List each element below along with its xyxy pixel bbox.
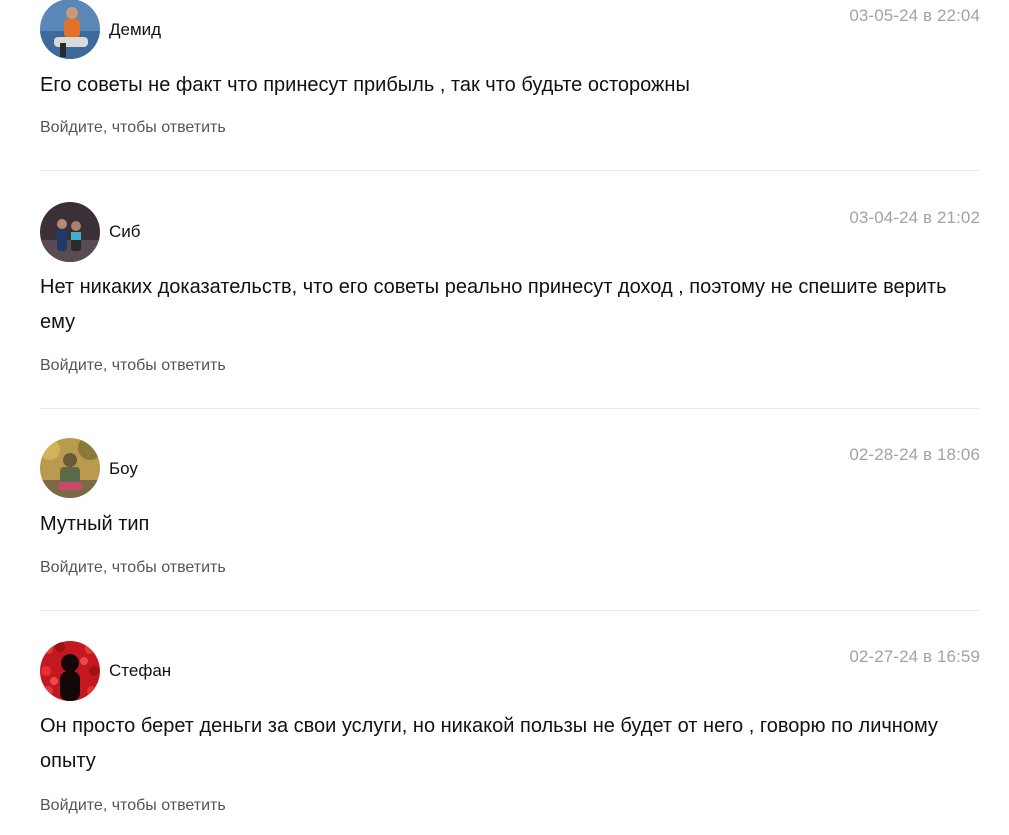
user-avatar [40,438,100,498]
comment-date: 02-28-24 в 18:06 [849,445,980,464]
comment-item: Боу 02-28-24 в 18:06 Мутный тип Войдите,… [40,409,980,611]
comment-item: Сиб 03-04-24 в 21:02 Нет никаких доказат… [40,171,980,409]
reply-link[interactable]: Войдите, чтобы ответить [40,559,226,577]
comment-author: Демид [109,20,162,39]
comment-date: 03-04-24 в 21:02 [849,208,980,227]
user-avatar [40,641,100,701]
user-avatar [40,0,100,59]
comment-author: Сиб [109,222,141,241]
comment-text: Он просто берет деньги за свои услуги, н… [40,715,938,772]
comment-author: Боу [109,459,138,478]
comment-item: Стефан 02-27-24 в 16:59 Он просто берет … [40,611,980,831]
comment-date: 02-27-24 в 16:59 [849,647,980,666]
comments-list: Демид 03-05-24 в 22:04 Его советы не фак… [40,0,980,831]
comment-date: 03-05-24 в 22:04 [849,6,980,25]
reply-link[interactable]: Войдите, чтобы ответить [40,357,226,375]
reply-link[interactable]: Войдите, чтобы ответить [40,797,226,815]
comment-item: Демид 03-05-24 в 22:04 Его советы не фак… [40,0,980,171]
comment-text: Мутный тип [40,513,150,535]
comment-text: Его советы не факт что принесут прибыль … [40,74,690,96]
comment-author: Стефан [109,661,172,680]
comment-text: Нет никаких доказательств, что его совет… [40,276,947,333]
user-avatar [40,202,100,262]
reply-link[interactable]: Войдите, чтобы ответить [40,119,226,137]
